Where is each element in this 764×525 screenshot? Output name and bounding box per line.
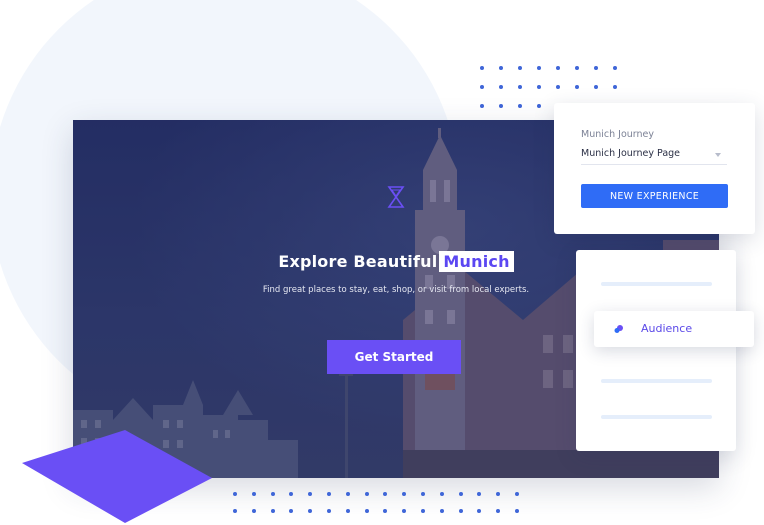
audience-icon [614,325,623,333]
journey-page-select-value: Munich Journey Page [581,148,681,159]
hourglass-logo-icon [387,186,405,208]
hero-title-text: Explore Beautiful [278,252,438,271]
placeholder-line [601,379,712,383]
purple-diamond-shape [22,430,212,523]
audience-label: Audience [641,322,693,335]
experience-card: Munich Journey Munich Journey Page NEW E… [554,103,755,234]
get-started-button[interactable]: Get Started [327,340,461,374]
chevron-down-icon [715,153,721,157]
placeholder-line [601,282,712,286]
new-experience-button[interactable]: NEW EXPERIENCE [581,184,728,208]
journey-label: Munich Journey [581,129,655,140]
dot-pattern-bottom [233,492,519,513]
audience-item[interactable]: Audience [594,311,754,347]
hero-title-highlight: Munich [439,251,514,272]
journey-page-select[interactable]: Munich Journey Page [581,148,727,165]
placeholder-line [601,415,712,419]
dot-pattern-top [480,66,617,108]
audience-panel [576,250,736,451]
